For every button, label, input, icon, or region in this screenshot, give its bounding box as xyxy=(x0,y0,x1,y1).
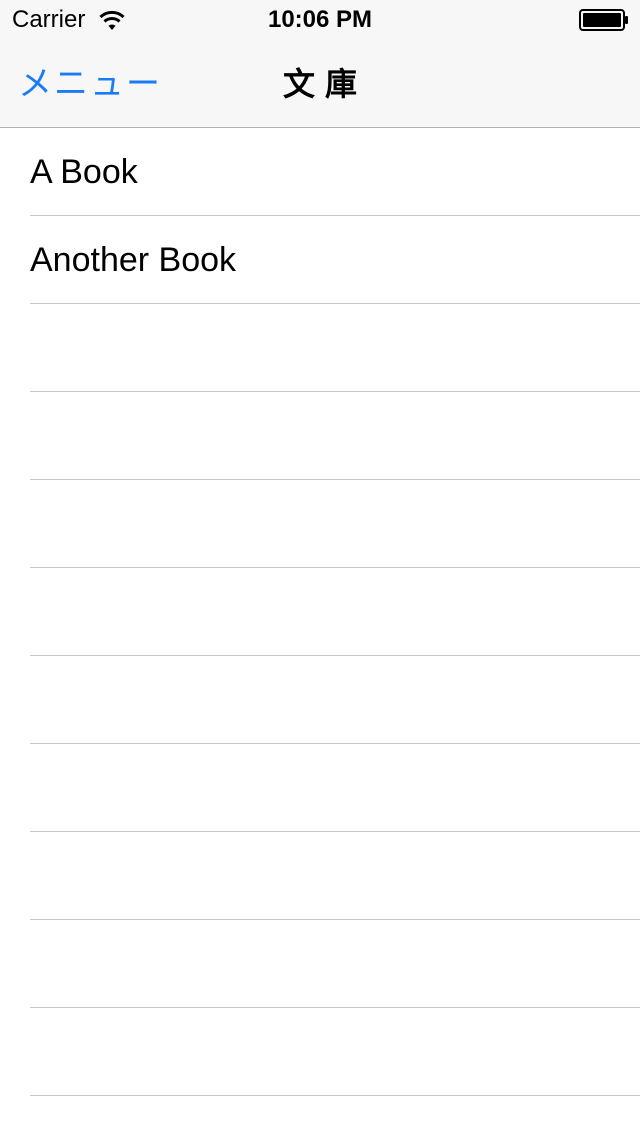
table-row[interactable] xyxy=(0,568,640,656)
table-row[interactable] xyxy=(0,304,640,392)
table-row[interactable] xyxy=(0,480,640,568)
book-list: A Book Another Book xyxy=(0,128,640,1136)
table-row[interactable] xyxy=(0,920,640,1008)
table-row[interactable] xyxy=(0,832,640,920)
table-row[interactable] xyxy=(0,392,640,480)
table-row[interactable] xyxy=(0,1096,640,1136)
table-row-label: Another Book xyxy=(30,241,237,279)
table-row[interactable] xyxy=(0,744,640,832)
top-bar: Carrier 10:06 PM メニュー 文庫 xyxy=(0,0,640,128)
screen: Carrier 10:06 PM メニュー 文庫 A Book Another … xyxy=(0,0,640,1136)
table-row[interactable] xyxy=(0,656,640,744)
page-title: 文庫 xyxy=(282,66,367,102)
table-row[interactable]: A Book xyxy=(0,128,640,216)
status-bar: Carrier 10:06 PM xyxy=(0,0,640,40)
battery-full-icon xyxy=(579,9,629,31)
table-row[interactable]: Another Book xyxy=(0,216,640,304)
navigation-bar: メニュー 文庫 xyxy=(0,40,640,128)
table-row[interactable] xyxy=(0,1008,640,1096)
table-row-label: A Book xyxy=(30,153,138,191)
status-time: 10:06 PM xyxy=(267,6,373,33)
